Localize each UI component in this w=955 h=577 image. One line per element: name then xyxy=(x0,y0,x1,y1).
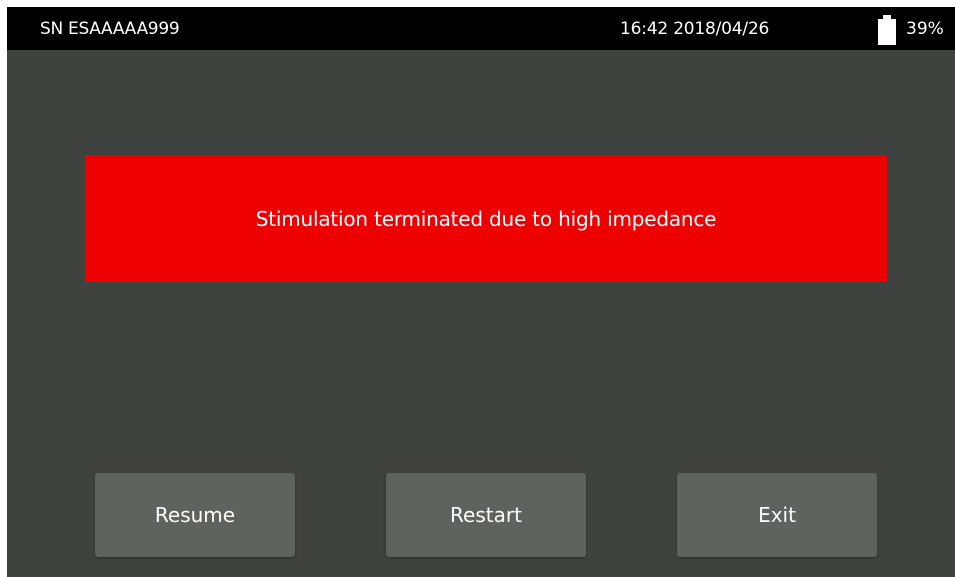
serial-number: SN ESAAAAA999 xyxy=(40,19,180,39)
date-time: 16:42 2018/04/26 xyxy=(620,19,770,39)
battery-icon xyxy=(878,15,896,45)
battery-percent: 39% xyxy=(906,19,944,39)
battery-body xyxy=(878,19,896,45)
device-screen: SN ESAAAAA999 16:42 2018/04/26 39% Stimu… xyxy=(7,7,955,577)
status-bar: SN ESAAAAA999 16:42 2018/04/26 39% xyxy=(7,7,955,50)
alert-message: Stimulation terminated due to high imped… xyxy=(255,206,717,231)
resume-button[interactable]: Resume xyxy=(95,473,295,557)
restart-button[interactable]: Restart xyxy=(386,473,586,557)
alert-banner: Stimulation terminated due to high imped… xyxy=(85,155,887,282)
exit-button[interactable]: Exit xyxy=(677,473,877,557)
